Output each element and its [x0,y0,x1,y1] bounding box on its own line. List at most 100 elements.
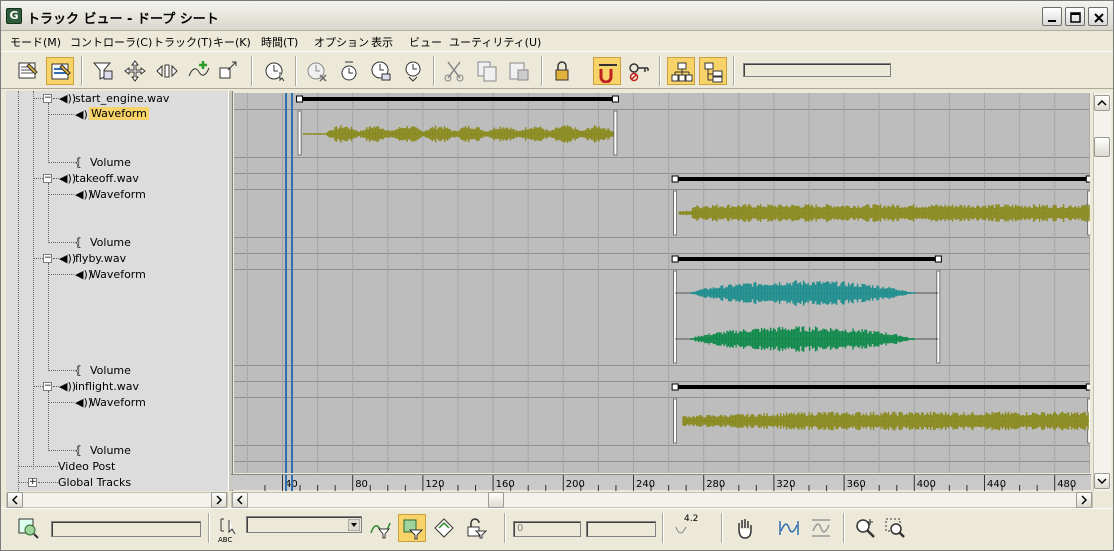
collapse-inflight-icon[interactable]: − [43,382,52,391]
slide-keys-icon[interactable] [153,57,181,85]
volume-icon: ⦃ [74,444,83,457]
wave-end-marker [613,110,618,156]
copy-icon[interactable] [473,57,501,85]
selected-object-field[interactable] [51,521,201,537]
tree-item-inflight-waveform[interactable]: Waveform [90,396,146,409]
range-start-handle [671,383,679,391]
scroll-up-button[interactable] [1094,95,1110,111]
collapse-takeoff-icon[interactable]: − [43,174,52,183]
reverse-time-icon[interactable] [399,57,427,85]
range-start-handle [671,255,679,263]
close-button[interactable] [1088,7,1108,26]
move-keys-icon[interactable] [121,57,149,85]
speaker-icon: ◀)) [59,172,77,185]
tree-item-flyby-volume[interactable]: Volume [90,364,131,377]
track-name-dropdown[interactable] [246,516,362,533]
tree-item-inflight-volume[interactable]: Volume [90,444,131,457]
tree-horizontal-scrollbar[interactable] [6,492,228,508]
zoom-value-extents-icon[interactable] [807,514,835,542]
tree-item-start-engine-volume[interactable]: Volume [90,156,131,169]
chevron-down-icon[interactable] [348,519,360,531]
cut-icon[interactable] [441,57,469,85]
sheet-scroll-right-button[interactable] [1076,492,1092,508]
tree-scroll-right-button[interactable] [211,492,227,508]
sheet-horizontal-scrollbar[interactable] [231,492,1093,508]
tree-item-takeoff-volume[interactable]: Volume [90,236,131,249]
filter-unlocked-icon[interactable] [462,514,490,542]
ruler-label: 280 [706,479,725,490]
speaker-icon: ◀)) [59,252,77,265]
ruler-label: 440 [987,479,1006,490]
menu-controller[interactable]: コントローラ(C) [70,34,152,50]
track-view-window: G トラック ビュー - ドープ シート モード(M) コントローラ(C) トラ… [0,0,1114,551]
tree-item-takeoff[interactable]: takeoff.wav [75,172,139,185]
menu-view[interactable]: ビュー [409,34,442,50]
insert-time-icon[interactable] [335,57,363,85]
tree-item-takeoff-waveform[interactable]: Waveform [90,188,146,201]
title-bar: G トラック ビュー - ドープ シート [1,1,1113,31]
scale-time-icon[interactable] [367,57,395,85]
vertical-scrollbar[interactable] [1093,93,1111,491]
frame-field[interactable]: 0 [513,521,581,537]
scale-keys-icon[interactable] [215,57,243,85]
delete-time-icon[interactable] [303,57,331,85]
stats-value-label: 4.2 [684,514,699,524]
zoom-selected-object-icon[interactable] [14,514,42,542]
vertical-scroll-thumb[interactable] [1094,137,1110,157]
select-time-icon[interactable] [261,57,289,85]
dope-sheet-canvas[interactable] [234,93,1090,473]
pan-hand-icon[interactable] [731,514,759,542]
tree-item-video-post[interactable]: Video Post [58,460,115,473]
range-end-handle [1085,383,1090,391]
zoom-region-icon[interactable] [881,514,909,542]
range-end-handle [611,95,619,103]
collapse-start-engine-icon[interactable]: − [43,94,52,103]
menu-options[interactable]: オプション [314,34,369,50]
tree-scroll-left-button[interactable] [7,492,23,508]
lock-selection-icon[interactable] [549,57,577,85]
sheet-horizontal-thumb[interactable] [488,492,504,508]
dope-sheet[interactable] [234,93,1090,473]
minimize-button[interactable] [1042,7,1062,26]
tree-item-start-engine[interactable]: start_engine.wav [75,92,169,105]
maximize-button[interactable] [1065,7,1085,26]
wave-start-marker [673,270,677,364]
zoom-icon[interactable] [851,514,879,542]
scroll-down-button[interactable] [1094,473,1110,489]
ruler-label: 360 [847,479,866,490]
edit-ranges-icon[interactable] [46,57,74,85]
tree-item-flyby[interactable]: flyby.wav [75,252,126,265]
filter-selected-curves-icon[interactable] [398,514,426,542]
wave-start-marker [673,398,677,444]
sheet-scroll-left-button[interactable] [232,492,248,508]
menu-mode[interactable]: モード(M) [10,34,61,50]
value-field[interactable] [586,521,656,537]
lock-keys-icon[interactable] [625,57,653,85]
filter-icon[interactable] [89,57,117,85]
tree-item-start-engine-waveform[interactable]: Waveform [89,107,149,120]
menu-time[interactable]: 時間(T) [261,34,298,50]
menu-utilities[interactable]: ユーティリティ(U) [449,34,541,50]
menu-key[interactable]: キー(K) [213,34,251,50]
paste-icon[interactable] [505,57,533,85]
show-hierarchy-icon[interactable] [667,57,695,85]
collapse-flyby-icon[interactable]: − [43,254,52,263]
app-icon: G [6,8,22,24]
tree-item-flyby-waveform[interactable]: Waveform [90,268,146,281]
tree-item-inflight[interactable]: inflight.wav [75,380,139,393]
zoom-horizontal-extents-icon[interactable] [775,514,803,542]
tree-item-global-tracks[interactable]: Global Tracks [58,476,131,489]
show-tree-icon[interactable] [699,57,727,85]
panel-splitter[interactable] [228,91,233,491]
toolbar-name-field[interactable] [743,63,891,77]
add-keys-icon[interactable] [185,57,213,85]
menu-display[interactable]: 表示 [371,34,393,50]
filter-animated-tracks-icon[interactable] [430,514,458,542]
snap-frames-icon[interactable] [593,57,621,85]
volume-icon: ⦃ [74,364,83,377]
time-ruler[interactable]: 4080120160200240280320360400440480 [231,474,1091,491]
edit-keys-icon[interactable] [14,57,42,85]
menu-track[interactable]: トラック(T) [153,34,212,50]
expand-global-tracks-icon[interactable]: + [28,478,37,487]
filter-selected-tracks-icon[interactable] [366,514,394,542]
